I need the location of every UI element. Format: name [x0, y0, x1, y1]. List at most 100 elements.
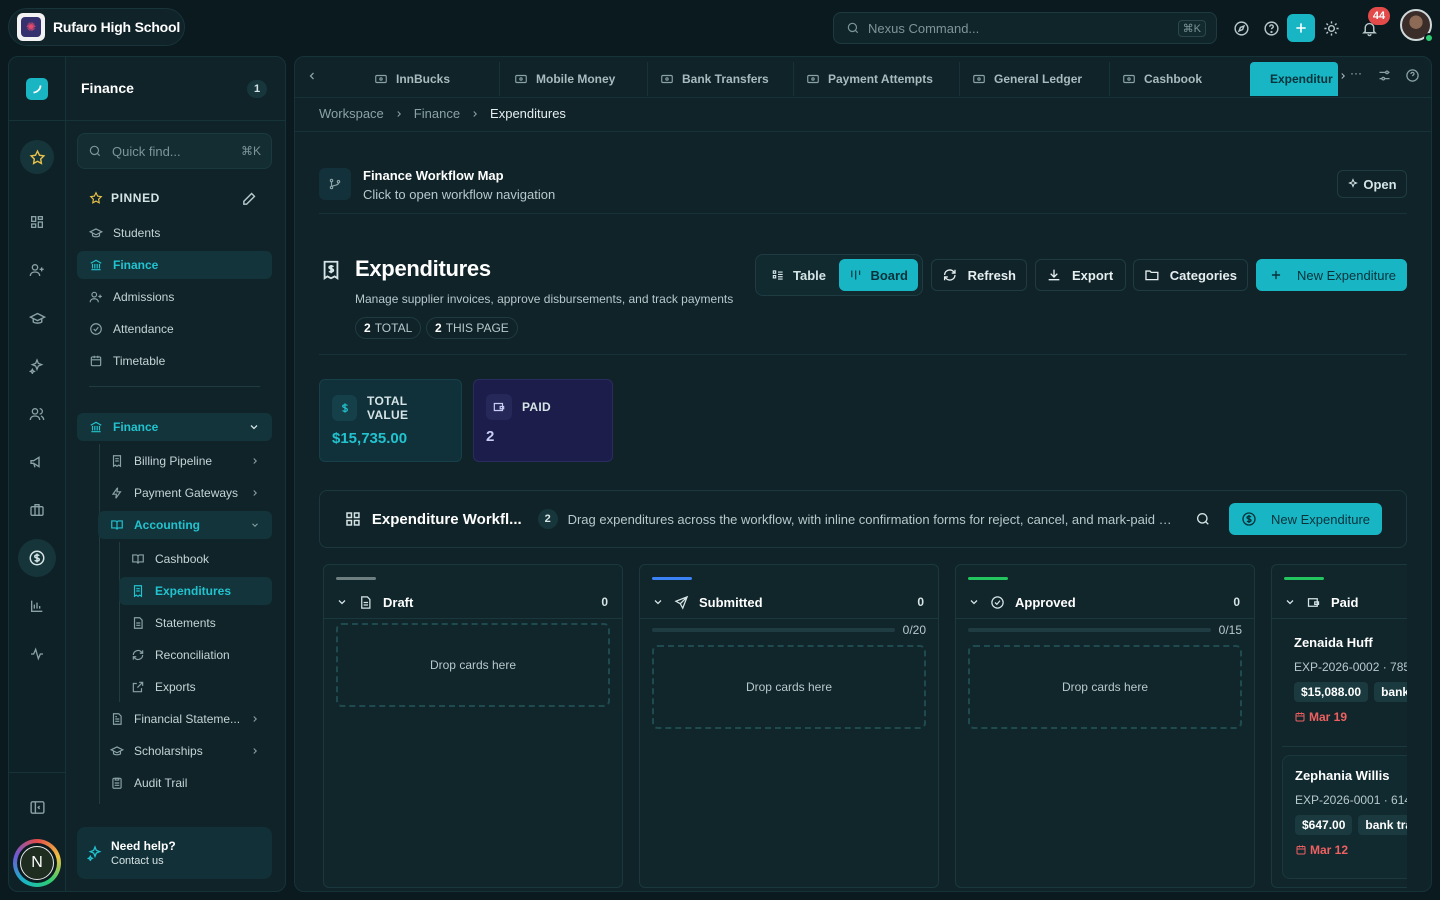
drop-zone[interactable]: Drop cards here [652, 645, 926, 729]
tabs-scroll-left-chevron-icon[interactable] [306, 70, 318, 82]
search-icon[interactable] [1195, 511, 1211, 527]
chevron-down-icon[interactable] [336, 596, 348, 608]
view-board-button[interactable]: Board [839, 259, 918, 291]
chevron-down-icon[interactable] [968, 596, 980, 608]
view-table-button[interactable]: Table [761, 259, 836, 291]
sidebar-item-attendance[interactable]: Attendance [77, 315, 272, 343]
finance-dollar-icon[interactable] [18, 539, 56, 577]
tab-payment-attempts[interactable]: Payment Attempts [794, 62, 960, 96]
receipt-icon [112, 455, 122, 468]
edit-pinned-pencil-icon[interactable] [241, 190, 258, 207]
help-icon[interactable] [1257, 14, 1285, 42]
sidebar-item-label: Admissions [113, 290, 175, 304]
refresh-button[interactable]: Refresh [931, 259, 1027, 291]
sidebar-item-students[interactable]: Students [77, 219, 272, 247]
collapse-sidebar-icon[interactable] [22, 792, 52, 822]
sidebar-item-billing-pipeline[interactable]: Billing Pipeline [98, 447, 272, 475]
export-button[interactable]: Export [1035, 259, 1126, 291]
sidebar-item-scholarships[interactable]: Scholarships [98, 737, 272, 765]
sidebar-group-finance[interactable]: Finance [77, 413, 272, 441]
tab-expenditures[interactable]: Expenditur [1250, 62, 1338, 96]
tab-settings-sliders-icon[interactable] [1377, 68, 1392, 83]
command-search[interactable]: Nexus Command... ⌘K [833, 12, 1217, 44]
sidebar-item-label: Accounting [134, 518, 200, 532]
plus-icon [1271, 270, 1281, 280]
sidebar-item-finance[interactable]: Finance [77, 251, 272, 279]
expenditure-card[interactable]: Zephania Willis EXP-2026-0001 · 614 $647… [1282, 755, 1407, 879]
tabs-more-icon[interactable]: ··· [1350, 66, 1362, 80]
user-plus-icon[interactable] [22, 255, 52, 285]
board-new-expenditure-button[interactable]: New Expenditure [1229, 503, 1382, 535]
breadcrumb-finance[interactable]: Finance [414, 106, 460, 121]
quick-add-button[interactable] [1287, 14, 1315, 42]
file-icon [133, 617, 143, 629]
sidebar-item-accounting[interactable]: Accounting [98, 511, 272, 539]
card-reference: EXP-2026-0001 · 614 [1295, 793, 1407, 807]
user-menu-avatar[interactable]: N [13, 839, 61, 887]
plus-icon [1296, 23, 1306, 33]
tab-help-icon[interactable] [1405, 68, 1420, 83]
sidebar-item-cashbook[interactable]: Cashbook [119, 545, 272, 573]
sidebar-item-admissions[interactable]: Admissions [77, 283, 272, 311]
tab-innbucks[interactable]: InnBucks [362, 62, 500, 96]
chevron-right-icon [253, 490, 257, 496]
board-column-approved: Approved 0 0/15 Drop cards here [955, 564, 1255, 888]
pinned-label: PINNED [111, 191, 160, 205]
tab-general-ledger[interactable]: General Ledger [960, 62, 1110, 96]
tab-bank-transfers[interactable]: Bank Transfers [648, 62, 794, 96]
chevron-down-icon[interactable] [652, 596, 664, 608]
bar-chart-icon[interactable] [22, 591, 52, 621]
tab-mobile-money[interactable]: Mobile Money [502, 62, 648, 96]
drop-zone[interactable]: Drop cards here [336, 623, 610, 707]
sparkles-icon[interactable] [22, 351, 52, 381]
board-title: Expenditure Workfl... [371, 510, 522, 528]
help-contact-card[interactable]: Need help? Contact us [77, 827, 272, 879]
sidebar-item-label: Statements [155, 616, 216, 630]
sidebar-item-audit-trail[interactable]: Audit Trail [98, 769, 272, 797]
clipboard-icon [112, 777, 122, 789]
column-progress-track [968, 628, 1211, 632]
wallet-icon [661, 74, 673, 84]
favorites-star-icon[interactable] [20, 140, 54, 174]
megaphone-icon[interactable] [22, 447, 52, 477]
workflow-open-button[interactable]: Open [1337, 170, 1407, 198]
sidebar-item-reconciliation[interactable]: Reconciliation [119, 641, 272, 669]
users-icon[interactable] [22, 399, 52, 429]
column-color-bar [336, 577, 376, 580]
card-amount: $647.00 [1295, 815, 1353, 835]
sidebar-item-timetable[interactable]: Timetable [77, 347, 272, 375]
quick-find-placeholder: Quick find... [112, 143, 181, 159]
card-method: bank tra [1358, 815, 1407, 835]
expenditure-card[interactable]: Zenaida Huff EXP-2026-0002 · 785 $15,088… [1282, 623, 1407, 747]
total-label: TOTAL [374, 321, 413, 335]
search-icon [89, 145, 101, 157]
categories-button[interactable]: Categories [1133, 259, 1248, 291]
sidebar-item-expenditures[interactable]: Expenditures [119, 577, 272, 605]
tabs-scroll-right-chevron-icon[interactable] [1338, 70, 1348, 82]
compass-icon[interactable] [1227, 14, 1255, 42]
rail-divider-bottom [8, 772, 65, 773]
sidebar-item-exports[interactable]: Exports [119, 673, 272, 701]
sidebar-item-payment-gateways[interactable]: Payment Gateways [98, 479, 272, 507]
app-logo[interactable] [26, 78, 48, 100]
graduation-cap-icon[interactable] [22, 303, 52, 333]
briefcase-icon[interactable] [22, 495, 52, 525]
sidebar-item-statements[interactable]: Statements [119, 609, 272, 637]
drop-zone[interactable]: Drop cards here [968, 645, 1242, 729]
export-icon [132, 681, 144, 693]
chevron-down-icon[interactable] [1284, 596, 1296, 608]
workflow-map-title[interactable]: Finance Workflow Map [363, 168, 504, 183]
dashboard-grid-icon[interactable] [22, 207, 52, 237]
theme-toggle-sun-icon[interactable] [1317, 14, 1345, 42]
new-expenditure-button[interactable]: New Expenditure [1256, 259, 1407, 291]
card-payee: Zephania Willis [1295, 768, 1390, 783]
section-divider [319, 354, 1407, 355]
quick-find-input[interactable]: Quick find... ⌘K [77, 133, 272, 169]
sidebar-item-financial-statements[interactable]: Financial Stateme... [98, 705, 272, 733]
activity-icon[interactable] [22, 639, 52, 669]
chevron-down-icon [250, 425, 258, 430]
tab-cashbook[interactable]: Cashbook [1110, 62, 1250, 96]
breadcrumb-workspace[interactable]: Workspace [319, 106, 384, 121]
school-switcher[interactable]: ✺ Rufaro High School [8, 8, 185, 46]
sidebar-item-label: Finance [113, 258, 159, 272]
